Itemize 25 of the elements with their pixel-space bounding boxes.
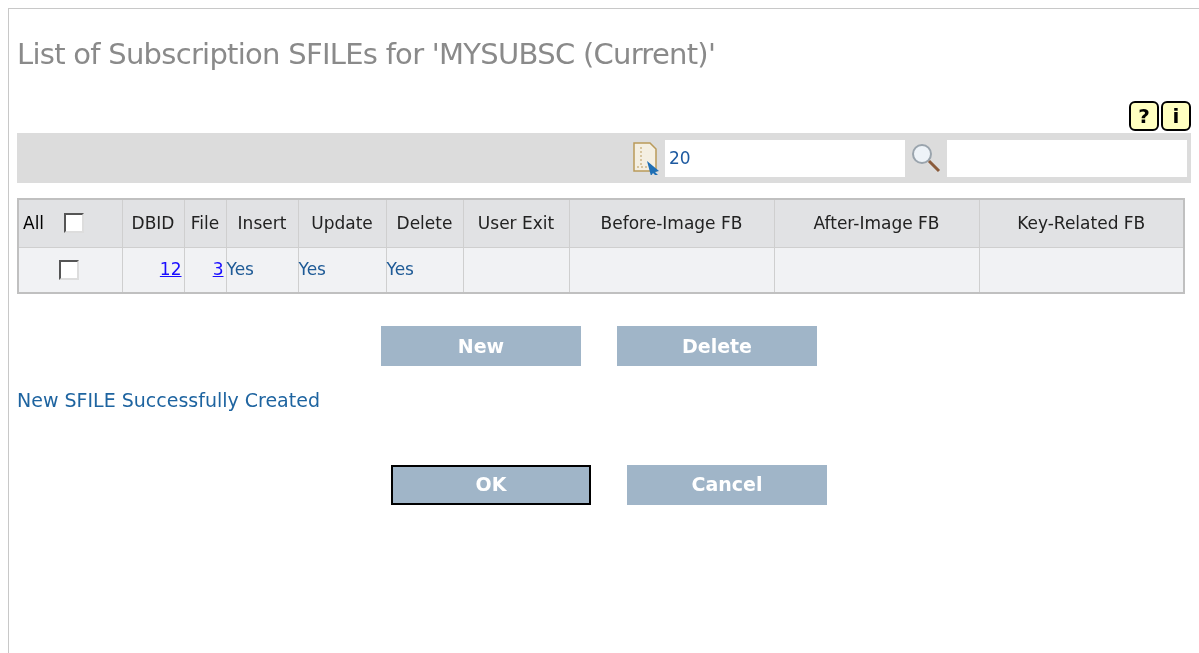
column-header: File [190,212,220,233]
row-checkbox[interactable] [59,259,79,280]
help-button[interactable]: i [1161,101,1191,131]
file-link[interactable]: 3 [212,259,224,279]
table-cell: Yes [226,259,254,279]
search-field[interactable] [947,139,1187,177]
dbid-link[interactable]: 12 [159,259,182,279]
column-header: Update [311,212,373,233]
column-header: After-Image FB [813,212,940,233]
search-icon[interactable] [909,141,943,175]
select-all-label: All [23,211,45,235]
column-header: Before-Image FB [600,212,743,233]
status-message: New SFILE Successfully Created [17,388,321,413]
table-cell: Yes [386,259,414,279]
column-header: Key-Related FB [1017,212,1146,233]
table-cell: Yes [298,259,326,279]
document-cursor-icon[interactable] [631,141,661,175]
column-header: Insert [237,212,287,233]
help-button[interactable]: ? [1129,101,1159,131]
column-header: User Exit [477,212,555,233]
page-size-field[interactable]: 20 [665,139,905,177]
page-title: List of Subscription SFILEs for 'MYSUBSC (Current)' [17,36,717,73]
select-all-checkbox[interactable] [64,213,85,234]
column-header: DBID [131,212,175,233]
column-header: Delete [396,212,453,233]
